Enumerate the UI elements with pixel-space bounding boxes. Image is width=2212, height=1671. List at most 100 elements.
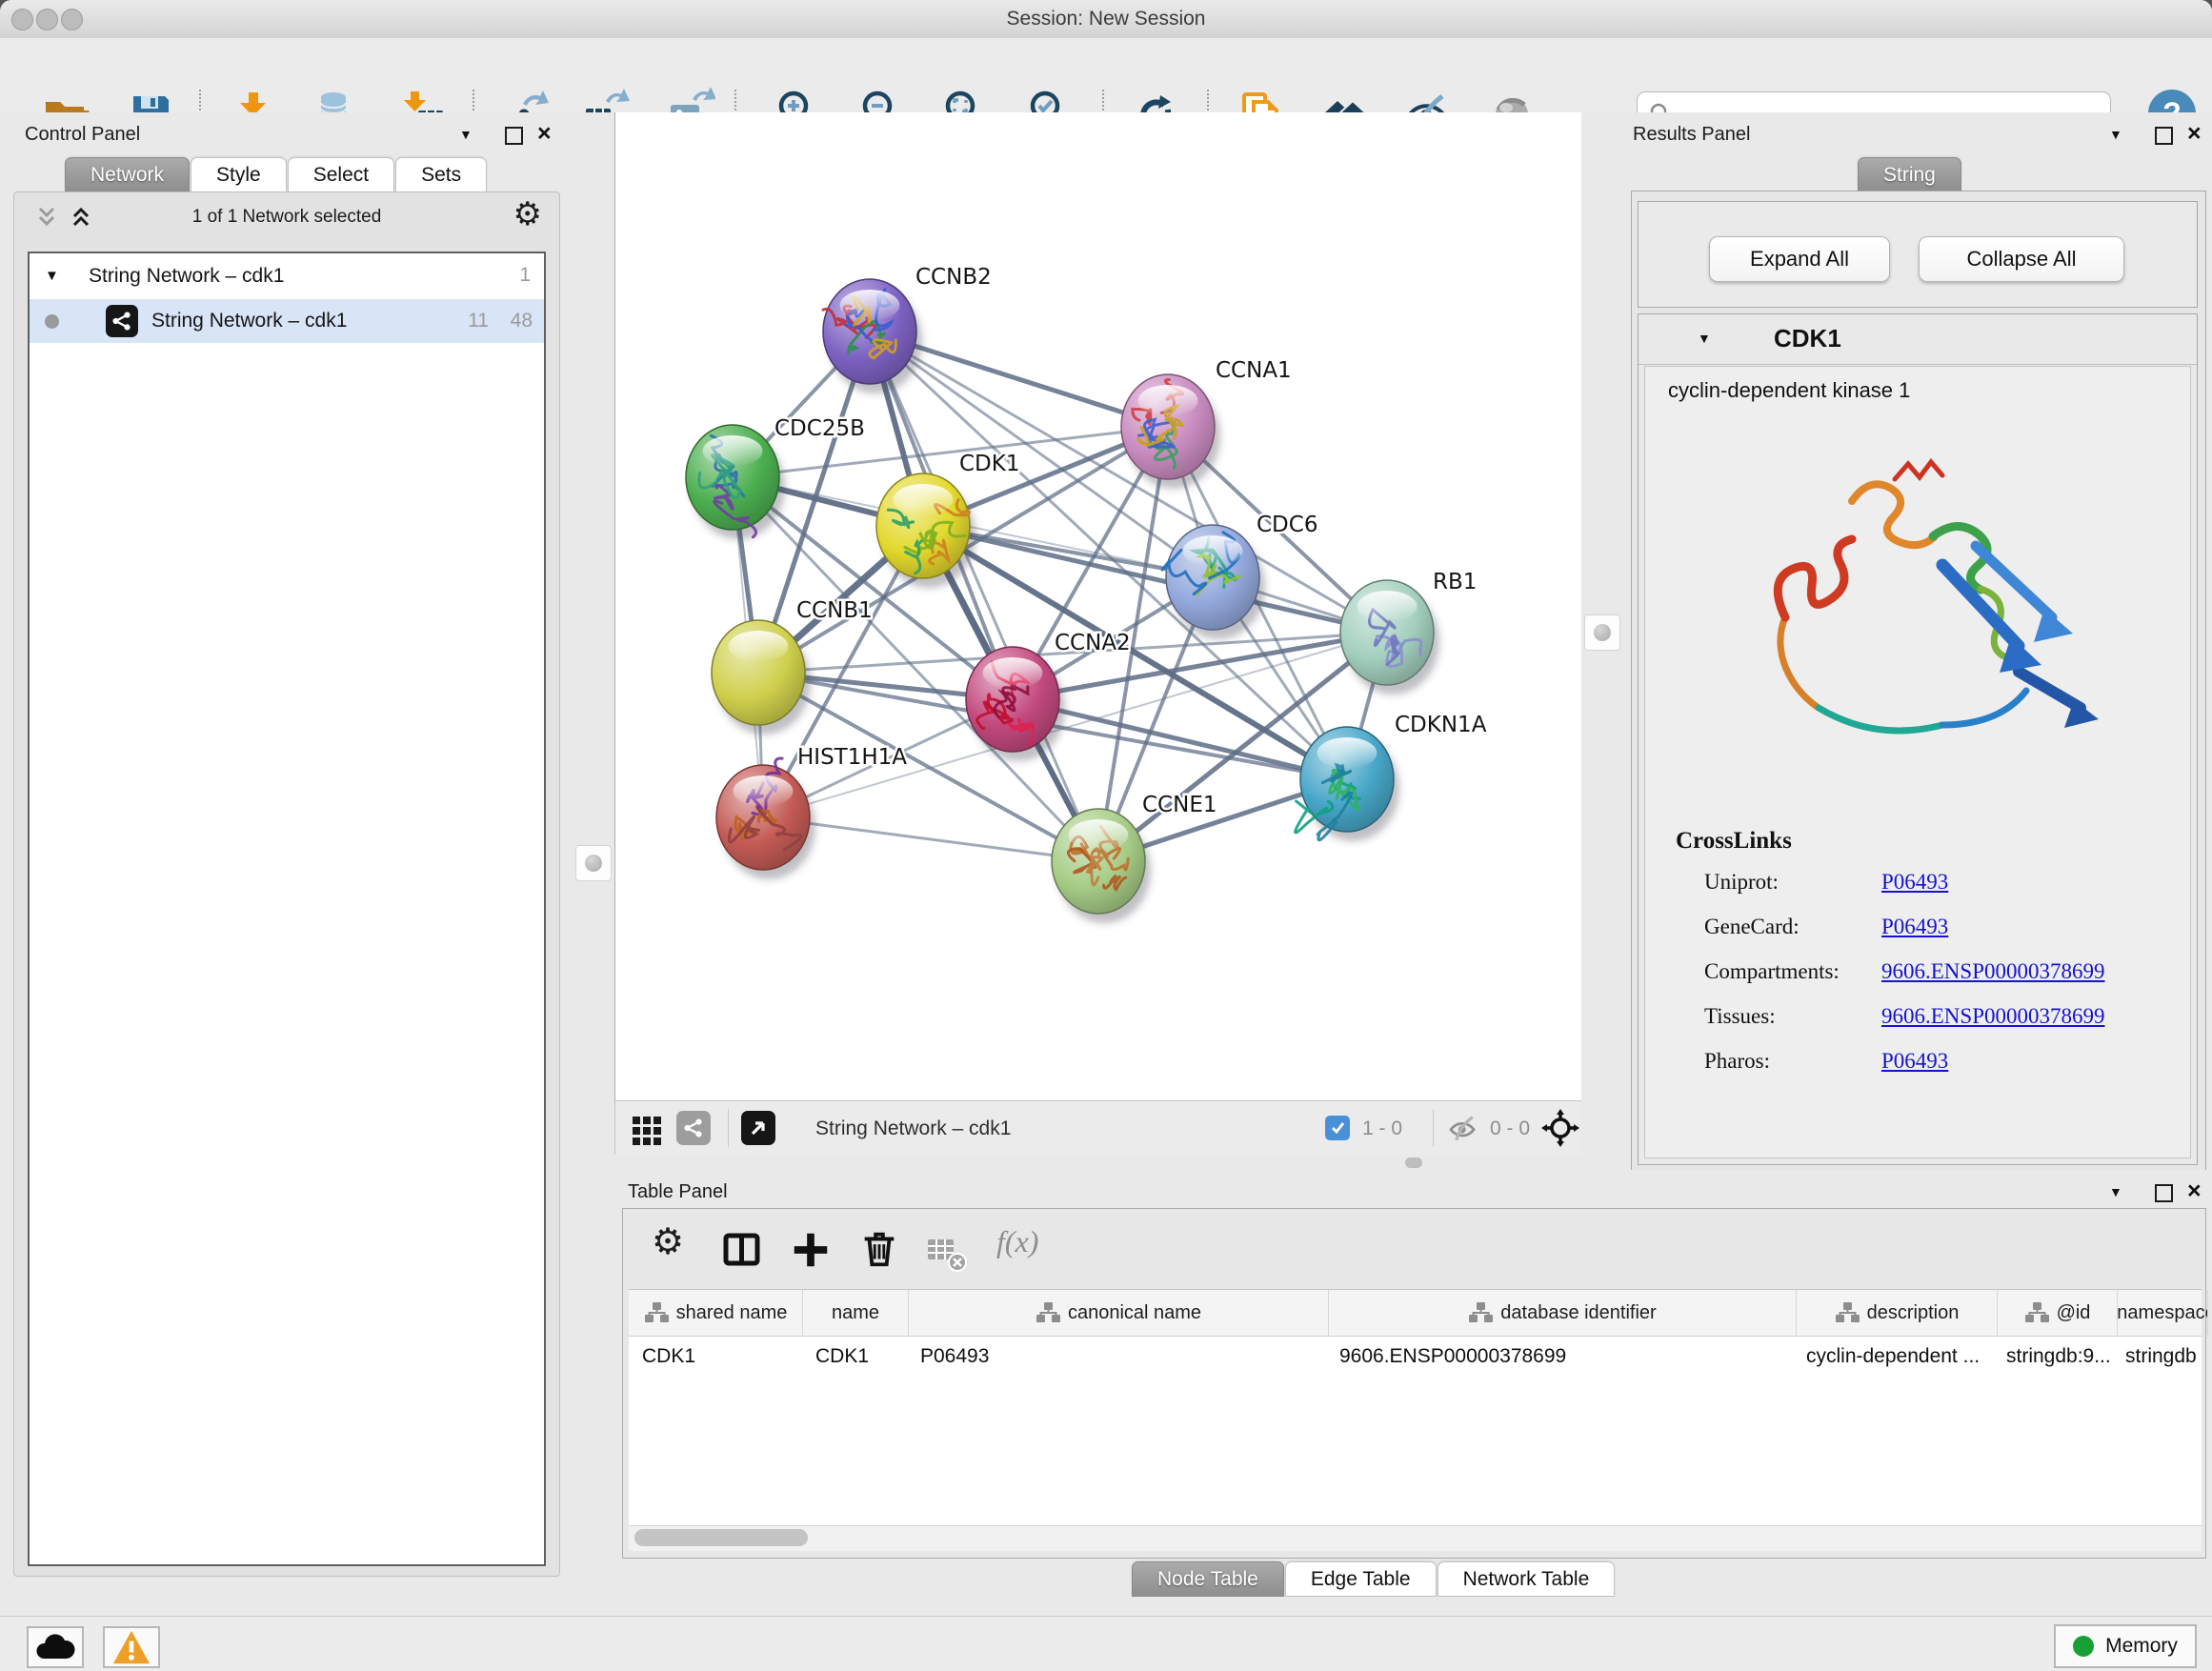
open-in-new-window-icon[interactable] (741, 1111, 775, 1145)
network-view-title: String Network – cdk1 (815, 1101, 1011, 1156)
memory-button[interactable]: Memory (2054, 1624, 2197, 1668)
vertical-splitter-left[interactable] (572, 112, 614, 1616)
collapse-all-button[interactable]: Collapse All (1919, 236, 2124, 282)
selected-counts: 1 - 0 (1362, 1101, 1402, 1156)
splitter-handle[interactable] (575, 845, 612, 881)
crosslink-uniprot[interactable]: P06493 (1881, 870, 1948, 895)
grid-view-icon[interactable] (631, 1113, 663, 1145)
network-collection-row[interactable]: ▼ String Network – cdk1 1 (30, 253, 544, 299)
column-label: shared name (676, 1302, 788, 1324)
expand-collapse-bar: Expand All Collapse All (1638, 201, 2198, 308)
tab-network-table[interactable]: Network Table (1438, 1561, 1616, 1597)
table-cell: CDK1 (629, 1336, 802, 1378)
panel-menu-icon[interactable]: ▼ (2109, 127, 2122, 142)
apply-function-fx-icon[interactable]: f(x) (996, 1224, 1038, 1259)
node-label-CDKN1A: CDKN1A (1395, 713, 1487, 737)
warning-button[interactable] (103, 1626, 160, 1668)
crosslink-compartments[interactable]: 9606.ENSP00000378699 (1881, 959, 2105, 984)
column-header-database-identifier[interactable]: database identifier (1329, 1290, 1797, 1336)
results-panel-title: Results Panel (1633, 124, 1750, 146)
memory-label: Memory (2105, 1635, 2178, 1658)
hidden-counts: 0 - 0 (1490, 1101, 1530, 1156)
tab-edge-table[interactable]: Edge Table (1285, 1561, 1437, 1597)
node-label-CCNB2: CCNB2 (915, 265, 992, 290)
network-edge-CCNB2-CCNE1[interactable] (870, 332, 1098, 861)
selected-checkbox-icon[interactable] (1325, 1116, 1350, 1140)
show-columns-icon[interactable] (720, 1228, 764, 1272)
network-view-statusbar: String Network – cdk1 1 - 0 0 - 0 (614, 1100, 1583, 1157)
collection-label: String Network – cdk1 (89, 265, 284, 288)
table-horizontal-scrollbar[interactable] (629, 1525, 2202, 1551)
hidden-eye-slash-icon[interactable] (1446, 1115, 1480, 1143)
tree-hierarchy-icon (1468, 1301, 1493, 1324)
statusbar-separator (728, 1109, 729, 1147)
create-column-plus-icon[interactable] (789, 1228, 833, 1272)
crosslink-tissues[interactable]: 9606.ENSP00000378699 (1881, 1004, 2105, 1029)
panel-float-icon[interactable] (2155, 1184, 2173, 1202)
node-table-header: shared name namecanonical namedatabase id… (629, 1290, 2202, 1337)
crosslink-genecard[interactable]: P06493 (1881, 915, 1948, 939)
column-header-shared-name[interactable]: shared name (629, 1290, 803, 1336)
network-canvas[interactable]: CCNB2CCNA1CDC25BCDK1CDC6RB1CCNB1CCNA2CDK… (614, 112, 1583, 1101)
tree-hierarchy-icon (644, 1301, 669, 1324)
table-row[interactable]: CDK1CDK1P064939606.ENSP00000378699cyclin… (629, 1336, 2202, 1378)
status-bar: Memory (0, 1616, 2212, 1671)
table-cell: cyclin-dependent ... (1793, 1336, 1993, 1378)
horizontal-splitter[interactable] (614, 1155, 1581, 1170)
network-node-CCNB2[interactable]: CCNB2 (823, 265, 992, 393)
network-options-gear-icon[interactable]: ⚙ (513, 198, 542, 231)
table-panel-title: Table Panel (628, 1181, 728, 1203)
scrollbar-thumb[interactable] (634, 1529, 808, 1546)
table-options-gear-icon[interactable]: ⚙ (652, 1226, 684, 1258)
delete-table-icon[interactable] (924, 1232, 970, 1276)
panel-close-icon[interactable]: × (2187, 1180, 2202, 1201)
panel-menu-icon[interactable]: ▼ (2109, 1184, 2122, 1199)
crosslink-row: Compartments:9606.ENSP00000378699 (1704, 959, 1840, 984)
expand-all-button[interactable]: Expand All (1709, 236, 1890, 282)
network-share-icon (106, 305, 138, 337)
tab-network[interactable]: Network (65, 157, 190, 192)
panel-float-icon[interactable] (505, 127, 523, 145)
column-header-canonical-name[interactable]: canonical name (909, 1290, 1329, 1336)
birds-eye-view-icon[interactable] (1541, 1109, 1579, 1147)
tab-string[interactable]: String (1858, 157, 1961, 192)
panel-close-icon[interactable]: × (537, 123, 552, 144)
tab-node-table[interactable]: Node Table (1132, 1561, 1284, 1597)
entry-collapse-caret[interactable]: ▼ (1698, 331, 1711, 346)
network-node-HIST1H1A[interactable]: HIST1H1A (716, 745, 907, 879)
protein-entry-body: cyclin-dependent kinase 1 (1644, 366, 2191, 1158)
cloud-status-button[interactable] (27, 1626, 84, 1668)
tab-select[interactable]: Select (288, 157, 394, 192)
column-header-@id[interactable]: @id (1998, 1290, 2118, 1336)
splitter-handle[interactable] (1584, 614, 1620, 651)
panel-close-icon[interactable]: × (2187, 123, 2202, 144)
network-node-CDC6[interactable]: CDC6 (1162, 513, 1317, 639)
title-bar: Session: New Session (0, 0, 2212, 39)
network-node-CCNA1[interactable]: CCNA1 (1121, 358, 1292, 489)
protein-name: CDK1 (1774, 324, 1841, 353)
vertical-splitter-right[interactable] (1581, 112, 1621, 1170)
crosslink-pharos[interactable]: P06493 (1881, 1049, 1948, 1074)
network-node-RB1[interactable]: RB1 (1340, 570, 1477, 695)
column-label: description (1867, 1302, 1960, 1324)
network-node-count: 11 (468, 299, 489, 343)
column-header-name[interactable]: name (803, 1290, 909, 1336)
crosslink-row: Uniprot:P06493 (1704, 870, 1779, 895)
network-status-dot-icon (45, 314, 59, 329)
panel-float-icon[interactable] (2155, 127, 2173, 145)
column-header-namespace[interactable]: namespace (2118, 1290, 2208, 1336)
protein-description: cyclin-dependent kinase 1 (1668, 378, 1910, 403)
tab-style[interactable]: Style (191, 157, 287, 192)
column-header-description[interactable]: description (1797, 1290, 1998, 1336)
protein-entry-header[interactable]: ▼ CDK1 (1639, 314, 2197, 365)
share-network-icon[interactable] (676, 1111, 711, 1145)
panel-menu-icon[interactable]: ▼ (459, 127, 473, 142)
tab-sets[interactable]: Sets (395, 157, 487, 192)
splitter-handle[interactable] (1405, 1158, 1422, 1168)
crosslink-row: Pharos:P06493 (1704, 1049, 1770, 1074)
network-node-CDK1[interactable]: CDK1 (876, 452, 1020, 588)
control-panel-title: Control Panel (25, 124, 140, 146)
network-row-selected[interactable]: String Network – cdk1 11 48 (30, 299, 544, 343)
delete-column-trash-icon[interactable] (857, 1226, 901, 1270)
collection-expand-caret[interactable]: ▼ (45, 268, 59, 284)
